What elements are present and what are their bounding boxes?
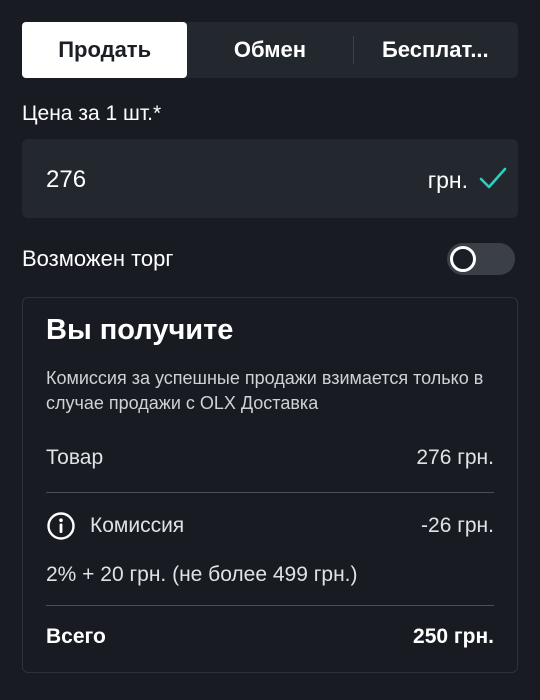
total-value: 250 грн. [413,625,494,648]
divider [46,492,494,493]
summary-title: Вы получите [46,314,234,346]
info-icon[interactable] [46,511,76,541]
price-unit: грн. [427,167,468,193]
toggle-knob [450,246,476,272]
fee-left: Комиссия [46,511,184,541]
check-icon [479,167,507,189]
total-row: Всего 250 грн. [46,625,494,649]
negotiable-label: Возможен торг [22,246,174,271]
divider [46,605,494,606]
fee-row: Комиссия -26 грн. [46,511,494,541]
goods-label: Товар [46,446,104,469]
total-label: Всего [46,625,106,648]
price-input[interactable]: 276 грн. [22,139,518,218]
summary-description: Комиссия за успешные продажи взимается т… [46,368,484,413]
sell-form: Продать Обмен Бесплат... Цена за 1 шт.* … [0,0,540,700]
tab-exchange[interactable]: Обмен [187,22,352,78]
goods-row: Товар 276 грн. [46,446,494,470]
fee-label: Комиссия [90,514,185,537]
fee-formula: 2% + 20 грн. (не более 499 грн.) [46,563,358,586]
fee-value: -26 грн. [421,514,494,537]
tab-free[interactable]: Бесплат... [352,22,518,78]
earnings-summary-card: Вы получите Комиссия за успешные продажи… [22,297,518,673]
price-label: Цена за 1 шт.* [22,102,162,125]
tab-sell[interactable]: Продать [22,22,188,78]
deal-type-tabs: Продать Обмен Бесплат... [22,22,518,78]
negotiable-toggle[interactable] [447,243,515,275]
price-value[interactable]: 276 [46,166,86,194]
goods-value: 276 грн. [416,446,494,469]
